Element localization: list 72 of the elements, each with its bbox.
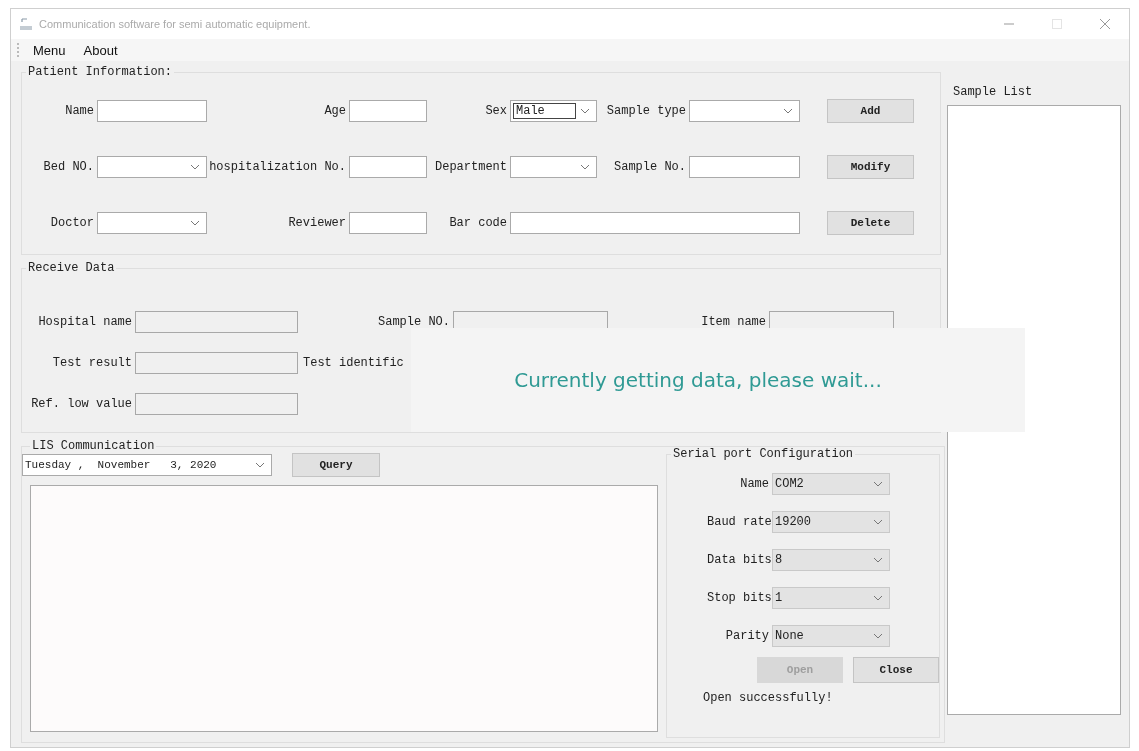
- chevron-icon: [190, 220, 200, 226]
- field-label: Bar code: [448, 216, 508, 230]
- chevron-icon: [580, 164, 590, 170]
- group-title: LIS Communication: [31, 439, 156, 453]
- group-title: Serial port Configuration: [672, 447, 855, 461]
- chevron-icon: [873, 481, 883, 487]
- field-label: Department: [434, 160, 508, 174]
- dropdown[interactable]: 1: [772, 587, 890, 609]
- field-label: Sex: [484, 104, 508, 118]
- menu-item[interactable]: About: [83, 42, 118, 58]
- field-label: Test identific: [302, 355, 405, 370]
- window-title: Communication software for semi automatic equipment.: [39, 18, 311, 30]
- chevron-icon: [580, 108, 590, 114]
- date-picker[interactable]: Tuesday , November 3, 2020: [22, 454, 272, 476]
- field-label: Hospital name: [37, 314, 133, 329]
- field-label: Name: [739, 477, 770, 491]
- chevron-icon: [255, 462, 265, 468]
- field-label: Stop bits: [707, 591, 772, 605]
- field-label: hospitalization No.: [208, 160, 347, 174]
- dropdown[interactable]: 19200: [772, 511, 890, 533]
- input-field[interactable]: [135, 310, 298, 333]
- close-icon[interactable]: [1099, 18, 1111, 30]
- maximize-icon[interactable]: [1051, 18, 1063, 30]
- list-title: Sample List: [953, 85, 1034, 99]
- menu-item[interactable]: Menu: [33, 42, 66, 58]
- toast-message: Currently getting data, please wait...: [514, 368, 883, 392]
- field-label: Baud rate: [707, 515, 772, 529]
- dropdown[interactable]: Male: [510, 100, 597, 122]
- dropdown[interactable]: [689, 100, 800, 122]
- action-button[interactable]: Add: [827, 99, 914, 123]
- field-label: Sample NO.: [377, 314, 451, 329]
- action-button[interactable]: Modify: [827, 155, 914, 179]
- query-button[interactable]: Query: [292, 453, 380, 477]
- field-label: Doctor: [49, 216, 95, 230]
- action-button[interactable]: Delete: [827, 211, 914, 235]
- input-field[interactable]: [689, 156, 800, 178]
- input-field[interactable]: [135, 351, 298, 374]
- field-label: Parity: [724, 629, 770, 643]
- dropdown[interactable]: [510, 156, 597, 178]
- status-text: Open successfully!: [702, 691, 834, 705]
- field-label: Name: [64, 104, 95, 118]
- input-field[interactable]: [135, 392, 298, 415]
- dropdown[interactable]: None: [772, 625, 890, 647]
- input-field[interactable]: [510, 212, 800, 234]
- group-title: Receive Data: [27, 261, 116, 275]
- chevron-icon: [873, 633, 883, 639]
- field-label: Sample No.: [613, 160, 687, 174]
- app-icon: [19, 18, 33, 30]
- dropdown[interactable]: [97, 212, 207, 234]
- port-button[interactable]: Close: [853, 657, 939, 683]
- dropdown[interactable]: COM2: [772, 473, 890, 495]
- chevron-icon: [873, 595, 883, 601]
- chevron-icon: [873, 519, 883, 525]
- field-label: Reviewer: [287, 216, 347, 230]
- dropdown[interactable]: [97, 156, 207, 178]
- group-title: Patient Information:: [27, 65, 174, 79]
- field-label: Bed NO.: [42, 160, 95, 174]
- chevron-icon: [190, 164, 200, 170]
- field-label: Sample type: [605, 104, 687, 118]
- field-label: Test result: [51, 355, 133, 370]
- input-field[interactable]: [349, 100, 427, 122]
- chevron-icon: [783, 108, 793, 114]
- field-label: Item name: [700, 314, 767, 329]
- field-label: Data bits: [707, 553, 772, 567]
- input-field[interactable]: [349, 156, 427, 178]
- dropdown[interactable]: 8: [772, 549, 890, 571]
- grip-icon: [17, 43, 21, 57]
- input-field[interactable]: [97, 100, 207, 122]
- chevron-icon: [873, 557, 883, 563]
- field-label: Age: [323, 104, 347, 118]
- field-label: Ref. low value: [30, 396, 133, 411]
- input-field[interactable]: [349, 212, 427, 234]
